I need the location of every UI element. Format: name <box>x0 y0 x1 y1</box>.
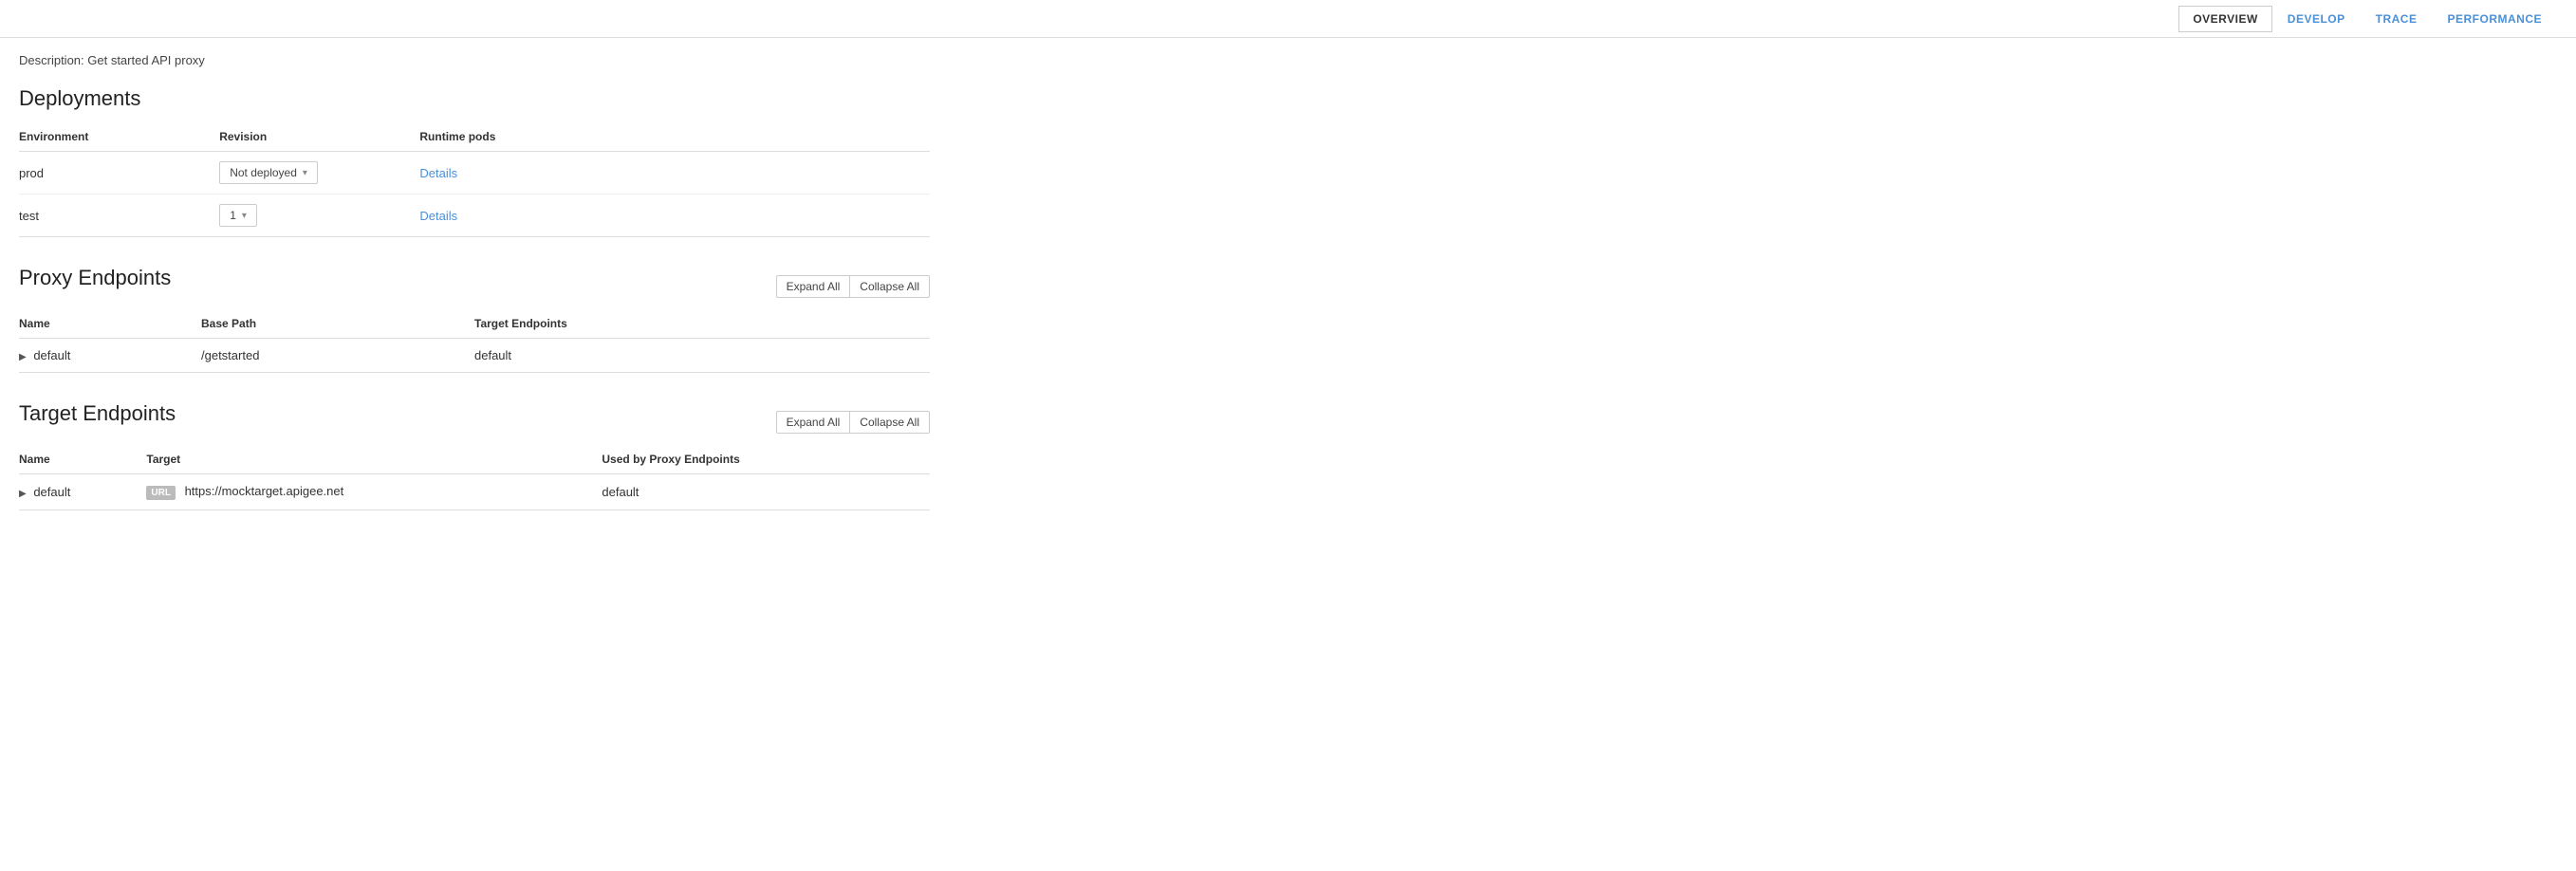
target-expand-collapse-group: Expand All Collapse All <box>776 411 930 434</box>
deployment-details-prod: Details <box>419 152 930 195</box>
target-endpoints-section: Target Endpoints Expand All Collapse All… <box>19 401 930 510</box>
main-content: Description: Get started API proxy Deplo… <box>0 38 949 554</box>
revision-dropdown-test[interactable]: 1 ▾ <box>219 204 257 227</box>
table-row: ▶ default URL https://mocktarget.apigee.… <box>19 474 930 510</box>
proxy-endpoints-header: Proxy Endpoints Expand All Collapse All <box>19 266 930 302</box>
deployment-details-test: Details <box>419 195 930 237</box>
target-endpoints-table: Name Target Used by Proxy Endpoints ▶ de… <box>19 445 930 510</box>
target-endpoints-title: Target Endpoints <box>19 401 176 426</box>
table-row: ▶ default /getstarted default <box>19 339 930 373</box>
target-endpoint-url: https://mocktarget.apigee.net <box>185 484 344 498</box>
revision-label-prod: Not deployed <box>230 166 297 179</box>
chevron-down-icon: ▾ <box>303 168 307 178</box>
proxy-expand-all-button[interactable]: Expand All <box>776 275 850 298</box>
tab-performance[interactable]: PERFORMANCE <box>2432 3 2557 35</box>
table-row: prod Not deployed ▾ Details <box>19 152 930 195</box>
proxy-endpoint-basepath: /getstarted <box>201 339 474 373</box>
deployments-title: Deployments <box>19 86 930 111</box>
top-nav: OVERVIEW DEVELOP TRACE PERFORMANCE <box>0 0 2576 38</box>
chevron-down-icon: ▾ <box>242 211 247 221</box>
proxy-endpoint-name: ▶ default <box>19 339 201 373</box>
target-collapse-all-button[interactable]: Collapse All <box>849 411 930 434</box>
tab-trace[interactable]: TRACE <box>2361 3 2433 35</box>
target-endpoint-name: ▶ default <box>19 474 146 510</box>
details-link-prod[interactable]: Details <box>419 166 457 180</box>
proxy-endpoints-section: Proxy Endpoints Expand All Collapse All … <box>19 266 930 373</box>
proxy-endpoint-target: default <box>474 339 930 373</box>
proxy-col-target-endpoints: Target Endpoints <box>474 309 930 339</box>
expand-row-arrow-icon[interactable]: ▶ <box>19 489 27 499</box>
revision-label-test: 1 <box>230 209 236 222</box>
target-col-target: Target <box>146 445 602 474</box>
deployments-section: Deployments Environment Revision Runtime… <box>19 86 930 237</box>
deployments-col-runtime: Runtime pods <box>419 122 930 152</box>
target-endpoint-name-label: default <box>33 485 70 499</box>
deployment-env-test: test <box>19 195 219 237</box>
tab-develop[interactable]: DEVELOP <box>2272 3 2361 35</box>
proxy-col-name: Name <box>19 309 201 339</box>
target-endpoints-header: Target Endpoints Expand All Collapse All <box>19 401 930 437</box>
deployment-revision-test: 1 ▾ <box>219 195 419 237</box>
proxy-endpoints-table: Name Base Path Target Endpoints ▶ defaul… <box>19 309 930 373</box>
deployments-col-revision: Revision <box>219 122 419 152</box>
proxy-endpoints-title: Proxy Endpoints <box>19 266 171 290</box>
deployments-col-environment: Environment <box>19 122 219 152</box>
target-col-used-by: Used by Proxy Endpoints <box>602 445 930 474</box>
proxy-collapse-all-button[interactable]: Collapse All <box>849 275 930 298</box>
target-endpoint-used-by: default <box>602 474 930 510</box>
deployment-env-prod: prod <box>19 152 219 195</box>
deployment-revision-prod: Not deployed ▾ <box>219 152 419 195</box>
revision-dropdown-prod[interactable]: Not deployed ▾ <box>219 161 318 184</box>
proxy-col-basepath: Base Path <box>201 309 474 339</box>
target-col-name: Name <box>19 445 146 474</box>
deployments-table: Environment Revision Runtime pods prod N… <box>19 122 930 237</box>
description-text: Description: Get started API proxy <box>19 53 930 67</box>
target-endpoint-target: URL https://mocktarget.apigee.net <box>146 474 602 510</box>
url-badge: URL <box>146 486 176 500</box>
tab-overview[interactable]: OVERVIEW <box>2178 6 2271 32</box>
target-expand-all-button[interactable]: Expand All <box>776 411 850 434</box>
expand-row-arrow-icon[interactable]: ▶ <box>19 352 27 362</box>
proxy-expand-collapse-group: Expand All Collapse All <box>776 275 930 298</box>
proxy-endpoint-name-label: default <box>33 348 70 362</box>
table-row: test 1 ▾ Details <box>19 195 930 237</box>
details-link-test[interactable]: Details <box>419 209 457 223</box>
